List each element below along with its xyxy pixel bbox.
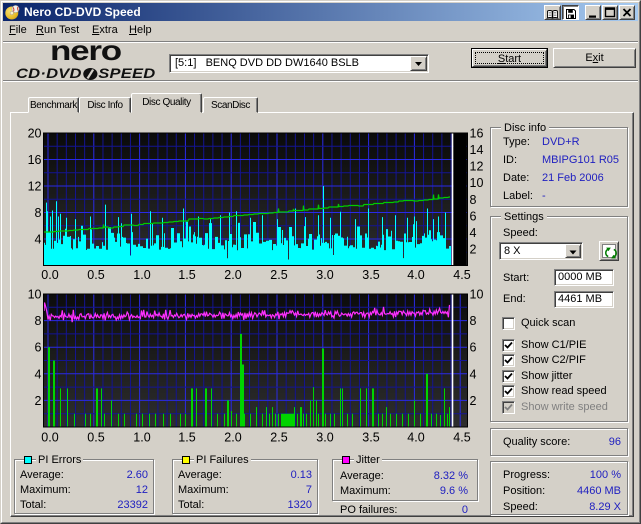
svg-text:10: 10 xyxy=(470,176,484,190)
svg-text:20: 20 xyxy=(28,127,42,141)
svg-text:4.0: 4.0 xyxy=(407,268,424,282)
svg-text:8: 8 xyxy=(470,314,477,328)
svg-text:4.5: 4.5 xyxy=(453,431,470,445)
svg-text:4.5: 4.5 xyxy=(453,268,470,282)
svg-text:4: 4 xyxy=(35,367,42,381)
svg-text:3.0: 3.0 xyxy=(316,268,333,282)
svg-text:3.5: 3.5 xyxy=(362,431,379,445)
svg-text:2.0: 2.0 xyxy=(224,268,241,282)
svg-text:3.5: 3.5 xyxy=(362,268,379,282)
svg-text:2.0: 2.0 xyxy=(224,431,241,445)
svg-text:2: 2 xyxy=(470,394,477,408)
svg-text:4: 4 xyxy=(470,367,477,381)
svg-text:8: 8 xyxy=(35,314,42,328)
svg-text:14: 14 xyxy=(470,143,484,157)
svg-text:1.5: 1.5 xyxy=(178,431,195,445)
svg-text:4: 4 xyxy=(470,226,477,240)
svg-text:2: 2 xyxy=(470,242,477,256)
svg-text:1.5: 1.5 xyxy=(178,268,195,282)
svg-text:10: 10 xyxy=(470,288,484,302)
svg-text:4: 4 xyxy=(35,233,42,247)
svg-text:3.0: 3.0 xyxy=(316,431,333,445)
svg-text:12: 12 xyxy=(28,180,42,194)
svg-text:2: 2 xyxy=(35,394,42,408)
svg-text:6: 6 xyxy=(35,341,42,355)
svg-text:2.5: 2.5 xyxy=(270,268,287,282)
svg-text:0.0: 0.0 xyxy=(41,268,58,282)
svg-text:16: 16 xyxy=(470,127,484,141)
svg-text:8: 8 xyxy=(470,193,477,207)
svg-text:10: 10 xyxy=(28,288,42,302)
svg-text:0.5: 0.5 xyxy=(87,431,104,445)
svg-text:1.0: 1.0 xyxy=(133,431,150,445)
svg-text:1.0: 1.0 xyxy=(133,268,150,282)
svg-text:6: 6 xyxy=(470,341,477,355)
svg-text:2.5: 2.5 xyxy=(270,431,287,445)
svg-text:16: 16 xyxy=(28,153,42,167)
svg-text:6: 6 xyxy=(470,209,477,223)
svg-text:8: 8 xyxy=(35,206,42,220)
svg-text:12: 12 xyxy=(470,160,484,174)
svg-text:0.0: 0.0 xyxy=(41,431,58,445)
svg-text:4.0: 4.0 xyxy=(407,431,424,445)
svg-text:0.5: 0.5 xyxy=(87,268,104,282)
